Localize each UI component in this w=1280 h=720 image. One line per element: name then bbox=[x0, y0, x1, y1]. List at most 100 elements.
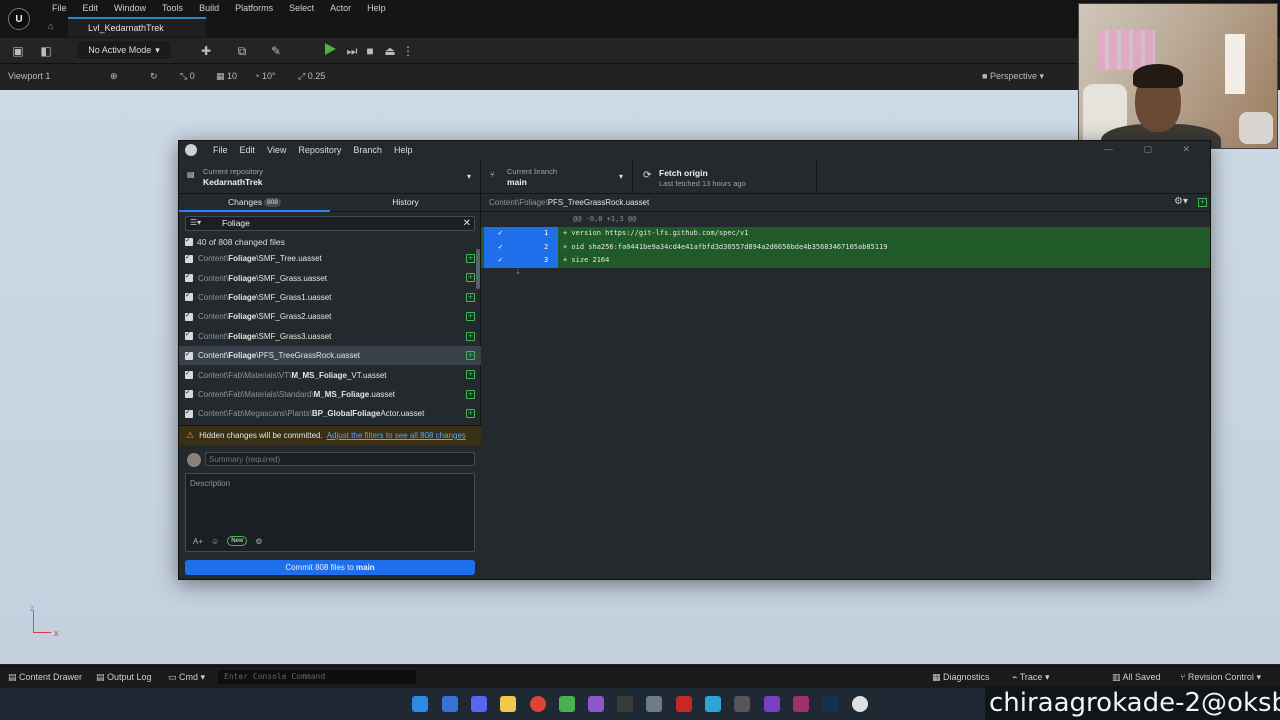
commit-summary-input[interactable] bbox=[205, 452, 475, 466]
file-list-scrollbar[interactable] bbox=[476, 249, 480, 289]
file-checkbox[interactable] bbox=[185, 350, 193, 360]
notepad-icon[interactable] bbox=[559, 696, 575, 712]
window-controls[interactable]: — ▢ ✕ bbox=[1104, 144, 1204, 155]
viewport-tab[interactable]: Viewport 1 bbox=[8, 71, 50, 81]
chrome-icon[interactable] bbox=[530, 696, 546, 712]
file-checkbox[interactable] bbox=[185, 272, 193, 283]
line-gutter[interactable]: ✓ 1 bbox=[484, 227, 558, 241]
gh-menu-item-branch[interactable]: Branch bbox=[347, 145, 388, 155]
mode-dropdown[interactable]: No Active Mode ▾ bbox=[78, 41, 170, 59]
output-log-button[interactable]: ▤ Output Log bbox=[96, 672, 152, 683]
commit-description-field[interactable]: Description A+ ☺ New ⚙ bbox=[185, 473, 475, 552]
list-item[interactable]: Content\Foliage\SMF_Grass3.uasset + bbox=[179, 327, 481, 346]
diagnostics-button[interactable]: ▦ Diagnostics bbox=[932, 672, 990, 683]
acrobat-icon[interactable] bbox=[676, 696, 692, 712]
scale-snap-value[interactable]: ⤢ 0.25 bbox=[298, 71, 325, 82]
menu-item-build[interactable]: Build bbox=[191, 1, 227, 15]
eject-icon[interactable]: ⏏ bbox=[382, 43, 398, 59]
copilot-icon[interactable]: ☺ bbox=[211, 537, 219, 546]
app-icon[interactable] bbox=[705, 696, 721, 712]
home-icon[interactable]: ⌂ bbox=[48, 21, 60, 33]
diff-line[interactable]: ✓ 3 + size 2164 bbox=[481, 254, 1210, 268]
grid-snap-value[interactable]: ⤡ 0 bbox=[180, 71, 195, 82]
perspective-dropdown[interactable]: ■ Perspective ▾ bbox=[982, 71, 1044, 82]
app-icon-2[interactable] bbox=[734, 696, 750, 712]
line-gutter[interactable]: ✓ 3 bbox=[484, 254, 558, 268]
list-item[interactable]: Content\Fab\Materials\VT\M_MS_Foliage_VT… bbox=[179, 365, 481, 384]
expand-icon[interactable]: ⇣ bbox=[481, 268, 555, 280]
select-all-row[interactable]: 40 of 808 changed files bbox=[185, 236, 285, 247]
save-icon[interactable]: ▣ bbox=[10, 43, 26, 59]
file-checkbox[interactable] bbox=[185, 369, 193, 380]
grid-size-value[interactable]: ▦ 10 bbox=[216, 71, 237, 82]
list-item[interactable]: Content\Foliage\SMF_Grass.uasset + bbox=[179, 268, 481, 287]
file-checkbox[interactable] bbox=[185, 330, 193, 341]
file-checkbox[interactable] bbox=[185, 311, 193, 321]
list-item[interactable]: Content\Foliage\SMF_Grass1.uasset + bbox=[179, 288, 481, 307]
windows-start-icon[interactable] bbox=[412, 696, 428, 712]
menu-item-platforms[interactable]: Platforms bbox=[227, 1, 281, 15]
menu-item-edit[interactable]: Edit bbox=[75, 1, 107, 15]
tab-changes[interactable]: Changes 808 bbox=[179, 194, 330, 212]
file-explorer-icon[interactable] bbox=[500, 696, 516, 712]
stop-icon[interactable]: ■ bbox=[362, 43, 378, 59]
tab-history[interactable]: History bbox=[330, 194, 481, 212]
file-checkbox[interactable] bbox=[185, 408, 193, 418]
filter-icon[interactable]: ☰▾ bbox=[190, 218, 201, 227]
gh-menu-item-edit[interactable]: Edit bbox=[234, 145, 262, 155]
list-item[interactable]: Content\Foliage\SMF_Tree.uasset + bbox=[179, 249, 481, 268]
content-drawer-button[interactable]: ▤ Content Drawer bbox=[8, 672, 82, 683]
file-checkbox[interactable] bbox=[185, 291, 193, 302]
github-desktop-icon[interactable] bbox=[588, 696, 604, 712]
filter-input[interactable] bbox=[222, 217, 452, 230]
list-item[interactable]: Content\Foliage\PFS_TreeGrassRock.uasset… bbox=[179, 345, 481, 366]
terminal-icon[interactable] bbox=[617, 696, 633, 712]
gh-menu-item-view[interactable]: View bbox=[261, 145, 292, 155]
more-options-icon[interactable]: ⋮ bbox=[400, 43, 416, 59]
outlook-icon[interactable] bbox=[442, 696, 458, 712]
select-all-checkbox[interactable] bbox=[185, 236, 193, 246]
play-icon[interactable] bbox=[325, 43, 336, 55]
fetch-origin-button[interactable]: ⟳ Fetch origin Last fetched 13 hours ago bbox=[633, 160, 817, 194]
file-checkbox[interactable] bbox=[185, 388, 193, 399]
list-item[interactable]: Content\Fab\Materials\Standard\M_MS_Foli… bbox=[179, 385, 481, 404]
file-checkbox[interactable] bbox=[185, 253, 193, 263]
all-saved-status[interactable]: ▥ All Saved bbox=[1112, 672, 1161, 683]
list-item[interactable]: Content\Foliage\SMF_Grass2.uasset + bbox=[179, 307, 481, 326]
angle-snap-value[interactable]: ◔ 10° bbox=[254, 71, 276, 81]
cmd-dropdown[interactable]: ▭ Cmd ▾ bbox=[168, 672, 205, 683]
transform-icon[interactable]: ⊕ bbox=[110, 71, 118, 82]
settings-icon[interactable]: ⚙ bbox=[255, 537, 262, 546]
menu-item-window[interactable]: Window bbox=[106, 1, 154, 15]
menu-item-file[interactable]: File bbox=[44, 1, 75, 15]
adjust-filters-link[interactable]: Adjust the filters to see all 808 change… bbox=[327, 431, 466, 440]
console-input[interactable]: Enter Console Command bbox=[218, 670, 416, 684]
menu-item-tools[interactable]: Tools bbox=[154, 1, 191, 15]
visual-studio-icon[interactable] bbox=[764, 696, 780, 712]
commit-button[interactable]: Commit 808 files to main bbox=[185, 560, 475, 575]
rotate-snap-icon[interactable]: ↻ bbox=[150, 71, 158, 82]
snipping-icon[interactable] bbox=[646, 696, 662, 712]
gh-menu-item-file[interactable]: File bbox=[207, 145, 234, 155]
add-actor-icon[interactable]: ✚ bbox=[198, 43, 214, 59]
menu-item-select[interactable]: Select bbox=[281, 1, 322, 15]
menu-item-help[interactable]: Help bbox=[359, 1, 394, 15]
trace-dropdown[interactable]: ⌁ Trace ▾ bbox=[1012, 672, 1049, 683]
line-gutter[interactable]: ✓ 2 bbox=[484, 240, 558, 254]
menu-item-actor[interactable]: Actor bbox=[322, 1, 359, 15]
gh-menu-item-repository[interactable]: Repository bbox=[292, 145, 347, 155]
diff-line[interactable]: ✓ 1 + version https://git-lfs.github.com/s… bbox=[481, 227, 1210, 241]
browse-icon[interactable]: ◧ bbox=[38, 43, 54, 59]
step-icon[interactable]: ⏭ bbox=[344, 43, 360, 59]
gh-menu-item-help[interactable]: Help bbox=[388, 145, 419, 155]
unreal-engine-icon[interactable] bbox=[852, 696, 868, 712]
cinematics-icon[interactable]: ✎ bbox=[268, 43, 284, 59]
list-item[interactable]: Content\Fab\Megascans\Plants\BP_GlobalFo… bbox=[179, 404, 481, 423]
branch-selector[interactable]: ⑂ Current branch main ▾ bbox=[481, 160, 633, 194]
add-coauthor-icon[interactable]: A+ bbox=[193, 537, 203, 546]
gear-icon[interactable]: ⚙▾ bbox=[1174, 196, 1188, 207]
revision-control-dropdown[interactable]: ⑂ Revision Control ▾ bbox=[1180, 672, 1261, 683]
unreal-logo-icon[interactable]: U bbox=[8, 8, 30, 30]
photoshop-icon[interactable] bbox=[822, 696, 838, 712]
blueprint-icon[interactable]: ⧉ bbox=[234, 43, 250, 59]
